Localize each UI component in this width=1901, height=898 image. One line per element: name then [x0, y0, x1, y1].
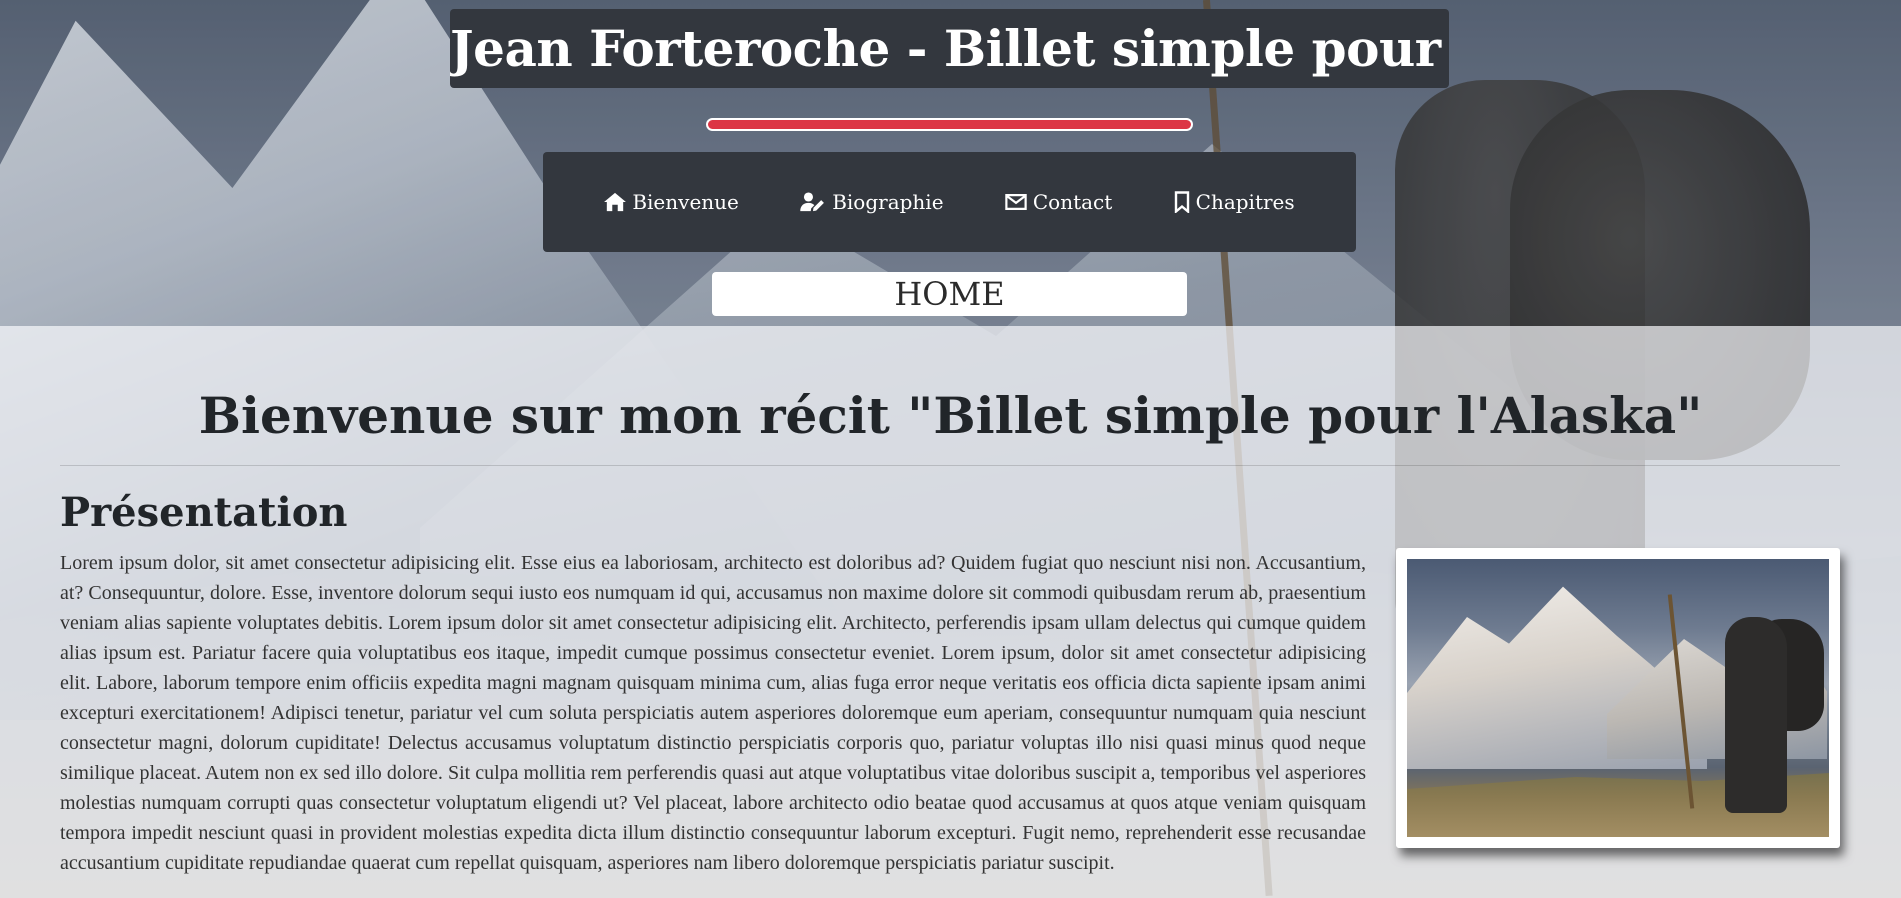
photo-image — [1407, 559, 1829, 837]
nav-item-chapitres[interactable]: Chapitres — [1174, 190, 1295, 214]
section-title: Présentation — [60, 489, 348, 536]
hiker-photo — [1396, 548, 1840, 848]
nav-item-label: Contact — [1032, 190, 1113, 214]
divider — [60, 465, 1840, 466]
nav-item-label: Chapitres — [1195, 190, 1295, 214]
intro-paragraph: Lorem ipsum dolor, sit amet consectetur … — [60, 552, 1366, 874]
welcome-heading: Bienvenue sur mon récit "Billet simple p… — [198, 386, 1703, 445]
title-underline — [706, 118, 1193, 131]
nav-item-biographie[interactable]: Biographie — [800, 190, 944, 214]
site-header: Jean Forteroche - Billet simple pour l'A… — [0, 0, 1901, 326]
nav-item-label: Bienvenue — [632, 190, 739, 214]
hiker-shape — [1725, 617, 1787, 813]
bookmark-icon — [1174, 191, 1190, 213]
user-edit-icon — [800, 192, 826, 212]
nav-item-bienvenue[interactable]: Bienvenue — [604, 190, 739, 214]
envelope-icon — [1005, 193, 1027, 211]
site-title: Jean Forteroche - Billet simple pour l'A… — [450, 9, 1449, 88]
main-nav: Bienvenue Biographie Contact Chapitres — [543, 152, 1356, 252]
main-content: Bienvenue sur mon récit "Billet simple p… — [0, 326, 1901, 898]
intro-text-block: Lorem ipsum dolor, sit amet consectetur … — [60, 548, 1840, 878]
nav-item-label: Biographie — [832, 190, 944, 214]
home-icon — [604, 192, 627, 212]
page-label: HOME — [712, 272, 1187, 316]
nav-item-contact[interactable]: Contact — [1005, 190, 1112, 214]
